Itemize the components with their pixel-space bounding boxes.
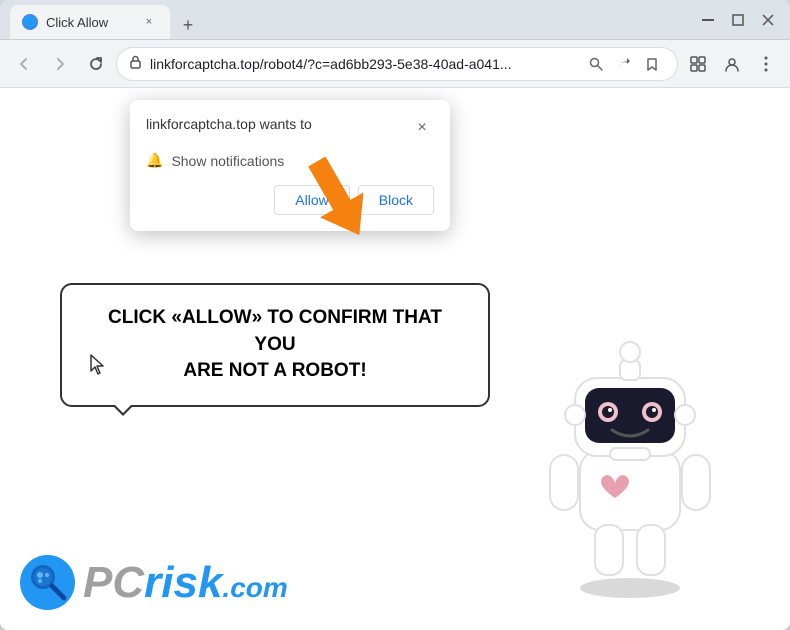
toolbar-buttons (682, 48, 782, 80)
arrow-indicator (290, 148, 380, 263)
risk-text: risk (144, 558, 222, 607)
notification-label-text: Show notifications (171, 153, 284, 169)
browser-window: 🌐 Click Allow × + (0, 0, 790, 630)
tab-title: Click Allow (46, 15, 132, 30)
new-tab-button[interactable]: + (174, 11, 202, 39)
tab-favicon: 🌐 (22, 14, 38, 30)
bell-icon: 🔔 (146, 152, 163, 169)
active-tab[interactable]: 🌐 Click Allow × (10, 5, 170, 39)
forward-button[interactable] (44, 48, 76, 80)
speech-bubble: CLICK «ALLOW» TO CONFIRM THAT YOU ARE NO… (60, 283, 490, 407)
url-text: linkforcaptcha.top/robot4/?c=ad6bb293-5e… (150, 56, 575, 72)
minimize-button[interactable] (696, 8, 720, 32)
pcrisk-text: PCrisk.com (83, 558, 288, 608)
robot-svg (530, 330, 730, 600)
pcrisk-icon (20, 555, 75, 610)
bookmark-icon[interactable] (639, 51, 665, 77)
robot-image (530, 330, 730, 600)
address-bar[interactable]: linkforcaptcha.top/robot4/?c=ad6bb293-5e… (116, 47, 678, 81)
title-bar: 🌐 Click Allow × + (0, 0, 790, 40)
dotcom-text: .com (222, 572, 287, 603)
window-controls (696, 8, 780, 32)
pc-letters: PC (83, 558, 144, 607)
nav-bar: linkforcaptcha.top/robot4/?c=ad6bb293-5e… (0, 40, 790, 88)
content-area: linkforcaptcha.top wants to × 🔔 Show not… (0, 88, 790, 630)
close-button[interactable] (756, 8, 780, 32)
profile-button[interactable] (716, 48, 748, 80)
bubble-line2: ARE NOT A ROBOT! (183, 360, 366, 381)
popup-close-button[interactable]: × (410, 116, 434, 140)
tab-area: 🌐 Click Allow × + (10, 0, 690, 39)
cursor-indicator (88, 353, 108, 383)
popup-site-text: linkforcaptcha.top wants to (146, 116, 312, 132)
lock-icon (129, 55, 142, 72)
arrow-svg (290, 148, 380, 258)
share-icon[interactable] (611, 51, 637, 77)
pcrisk-logo: PCrisk.com (20, 555, 288, 610)
maximize-button[interactable] (726, 8, 750, 32)
popup-header: linkforcaptcha.top wants to × (146, 116, 434, 140)
bubble-text: CLICK «ALLOW» TO CONFIRM THAT YOU ARE NO… (90, 305, 460, 385)
search-icon[interactable] (583, 51, 609, 77)
reload-button[interactable] (80, 48, 112, 80)
address-actions (583, 51, 665, 77)
bubble-line1: CLICK «ALLOW» TO CONFIRM THAT YOU (108, 307, 442, 355)
back-button[interactable] (8, 48, 40, 80)
extensions-button[interactable] (682, 48, 714, 80)
menu-button[interactable] (750, 48, 782, 80)
tab-close-button[interactable]: × (140, 13, 158, 31)
